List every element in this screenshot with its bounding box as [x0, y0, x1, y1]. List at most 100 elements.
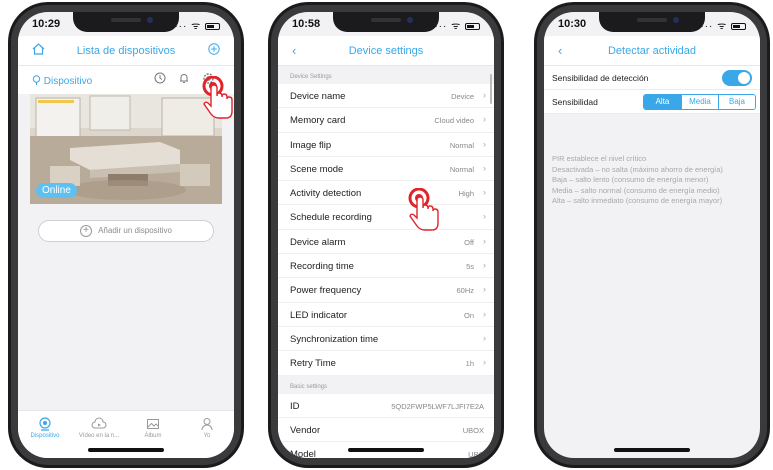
playback-icon[interactable] — [154, 72, 166, 87]
chevron-right-icon: › — [483, 211, 486, 222]
chevron-right-icon: › — [483, 284, 486, 295]
description-line: Alta – salto inmediato (consumo de energ… — [552, 196, 723, 205]
settings-row[interactable]: Scene mode Normal › — [278, 156, 494, 182]
settings-row-label: Image flip — [290, 139, 332, 151]
settings-row-label: ID — [290, 400, 300, 412]
chevron-right-icon: › — [483, 114, 486, 125]
home-indicator — [88, 448, 164, 452]
settings-row-label: LED indicator — [290, 309, 348, 321]
chevron-right-icon: › — [483, 332, 486, 343]
settings-list: Device Settings Device name Device › Memory… — [278, 66, 494, 458]
settings-row-label: Activity detection — [290, 188, 362, 200]
settings-row-label: Synchronization time — [290, 333, 379, 345]
status-icons: ··· ᯤ — [174, 18, 220, 32]
cloud-video-icon — [72, 417, 126, 431]
chevron-right-icon: › — [483, 162, 486, 173]
device-settings-rows: Device name Device › Memory card Cloud video… — [278, 84, 494, 376]
settings-row[interactable]: Schedule recording › — [278, 205, 494, 230]
settings-row-value: 5QD2FWP5LWF7LJFI7E2A — [391, 401, 484, 411]
settings-row-label: Model — [290, 449, 316, 458]
device-name[interactable]: Dispositivo — [32, 75, 92, 87]
device-name-label: Dispositivo — [43, 76, 93, 87]
page-title: Lista de dispositivos — [76, 45, 176, 57]
notch — [333, 12, 439, 32]
sensitivity-detection-row: Sensibilidad de detección — [544, 66, 760, 90]
status-time: 10:58 — [292, 18, 321, 30]
status-time: 10:29 — [32, 18, 61, 30]
battery-icon — [465, 22, 480, 30]
tab-album[interactable]: Álbum — [126, 417, 180, 439]
settings-row-label: Vendor — [290, 424, 321, 436]
settings-row-label: Power frequency — [290, 285, 362, 297]
settings-row[interactable]: Image flip Normal › — [278, 132, 494, 157]
settings-row-value: 5s — [466, 262, 474, 272]
settings-row-value: Normal — [449, 140, 474, 150]
album-icon — [126, 417, 180, 431]
camera-preview[interactable]: Online — [30, 94, 222, 204]
location-pin-icon — [32, 75, 41, 85]
chevron-right-icon: › — [483, 235, 486, 246]
chevron-right-icon: › — [483, 138, 486, 149]
sensitivity-option-alta[interactable]: Alta — [644, 95, 681, 109]
chevron-right-icon: › — [483, 308, 486, 319]
add-device-label: Añadir un dispositivo — [98, 226, 172, 235]
settings-row-value: 60Hz — [456, 286, 474, 296]
scrollbar[interactable] — [490, 74, 492, 104]
settings-row[interactable]: Retry Time 1h › — [278, 351, 494, 376]
phone-device-list: 10:29 ··· ᯤ Lista de dispositivos Dispos… — [8, 2, 244, 468]
camera-icon — [18, 417, 72, 431]
settings-row[interactable]: Vendor UBOX — [278, 417, 494, 443]
tab-dispositivo[interactable]: Dispositivo — [18, 417, 72, 439]
settings-row-label: Scene mode — [290, 163, 344, 175]
settings-row[interactable]: Activity detection High › — [278, 181, 494, 206]
tab-video-cloud[interactable]: Vídeo en la n... — [72, 417, 126, 439]
settings-row[interactable]: ID 5QD2FWP5LWF7LJFI7E2A — [278, 393, 494, 418]
sensitivity-segmented-control: Alta Media Baja — [643, 94, 756, 110]
page-title: Device settings — [348, 45, 424, 57]
settings-row-label: Schedule recording — [290, 212, 372, 224]
settings-row[interactable]: Power frequency 60Hz › — [278, 278, 494, 303]
notch — [599, 12, 705, 32]
settings-row[interactable]: Device name Device › — [278, 84, 494, 109]
screen-activity-detection: 10:30 ··· ᯤ ‹ Detectar actividad Sensibi… — [544, 12, 760, 458]
status-icons: ··· ᯤ — [700, 18, 746, 32]
nav-bar: ‹ Device settings — [278, 36, 494, 66]
nav-bar: Lista de dispositivos — [18, 36, 234, 66]
sensitivity-option-media[interactable]: Media — [681, 95, 718, 109]
chevron-right-icon: › — [483, 357, 486, 368]
settings-row[interactable]: Recording time 5s › — [278, 254, 494, 279]
phone-activity-detection: 10:30 ··· ᯤ ‹ Detectar actividad Sensibi… — [534, 2, 770, 468]
settings-row[interactable]: LED indicator On › — [278, 302, 494, 327]
plus-icon: + — [80, 224, 93, 237]
sensitivity-label: Sensibilidad — [552, 97, 598, 107]
online-badge: Online — [36, 183, 77, 198]
sensitivity-detection-toggle[interactable] — [722, 70, 752, 86]
description-line: PIR establece el nivel crítico — [552, 154, 647, 163]
settings-row-label: Device alarm — [290, 236, 346, 248]
settings-row[interactable]: Device alarm Off › — [278, 229, 494, 255]
add-circle-icon[interactable] — [208, 43, 220, 58]
battery-icon — [205, 22, 220, 30]
settings-row-value: UBC — [468, 450, 484, 458]
sensitivity-option-baja[interactable]: Baja — [718, 95, 755, 109]
chevron-right-icon: › — [483, 187, 486, 198]
bell-icon[interactable] — [178, 72, 190, 87]
tab-yo[interactable]: Yo — [180, 417, 234, 439]
settings-row-value: Normal — [449, 164, 474, 174]
sensitivity-row: Sensibilidad Alta Media Baja — [544, 90, 760, 114]
home-indicator — [614, 448, 690, 452]
settings-row-value: UBOX — [462, 425, 484, 435]
battery-icon — [731, 22, 746, 30]
settings-row[interactable]: Memory card Cloud video › — [278, 108, 494, 133]
tutorial-stage: 10:29 ··· ᯤ Lista de dispositivos Dispos… — [0, 0, 773, 470]
settings-row[interactable]: Synchronization time › — [278, 326, 494, 352]
tab-label: Álbum — [144, 433, 162, 439]
phone-device-settings: 10:58 ··· ᯤ ‹ Device settings Device Set… — [268, 2, 504, 468]
add-device-button[interactable]: + Añadir un dispositivo — [38, 220, 214, 242]
status-time: 10:30 — [558, 18, 587, 30]
status-icons: ··· ᯤ — [434, 18, 480, 32]
settings-row-value: 1h — [465, 359, 474, 369]
tab-label: Vídeo en la n... — [78, 433, 120, 439]
chevron-right-icon: › — [483, 90, 486, 100]
description-line: Baja – salto lento (consumo de energía m… — [552, 175, 709, 184]
